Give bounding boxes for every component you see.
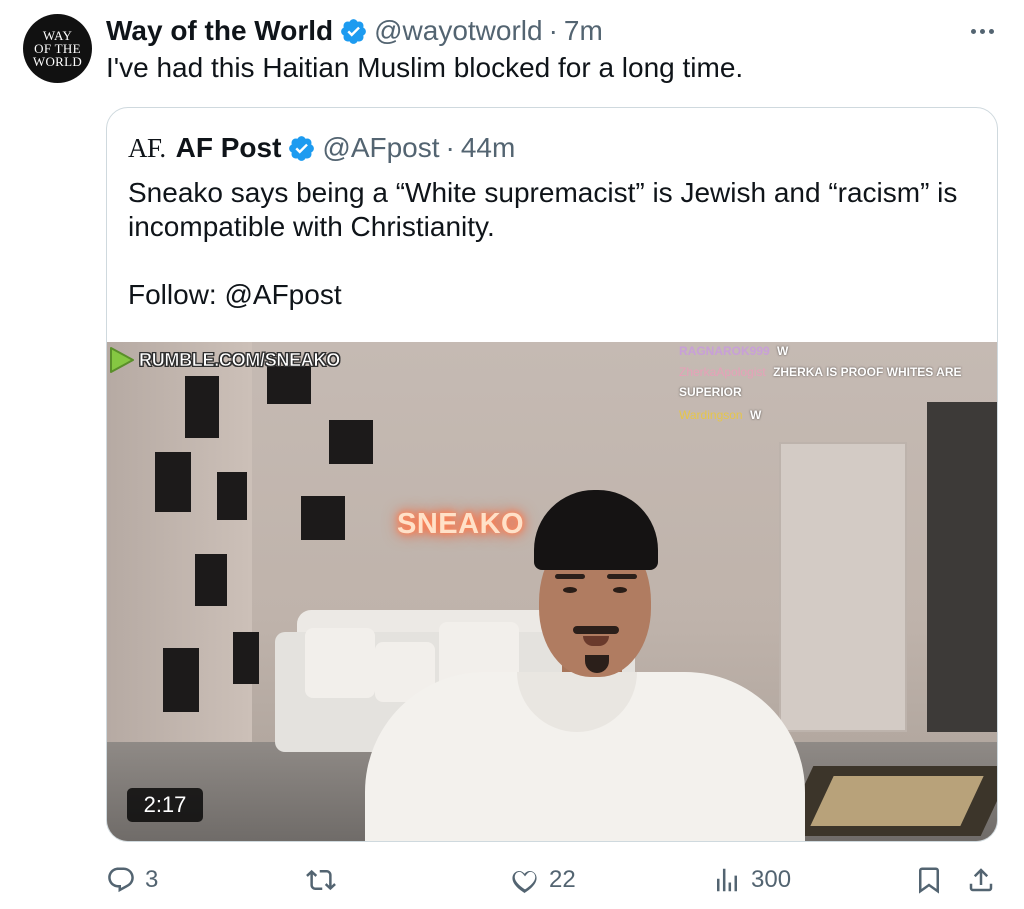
bookmark-icon <box>919 867 939 894</box>
chat-username: Wardingson <box>679 408 743 422</box>
stream-chat-overlay: RAGNAROK999 W ZherkaApologist ZHERKA IS … <box>679 342 989 426</box>
acoustic-panel <box>301 496 345 540</box>
reply-count: 3 <box>145 866 159 893</box>
share-icon <box>969 868 993 892</box>
rumble-play-icon <box>110 347 134 373</box>
views-button[interactable]: 300 <box>712 862 791 898</box>
quoted-text-line: Follow: @AFpost <box>128 279 342 310</box>
tweet-header: Way of the World @wayotworld · 7m <box>106 14 603 48</box>
quoted-tweet[interactable]: AF. AF Post @AFpost · 44m Sneako says be… <box>106 107 998 842</box>
person-brow <box>607 574 637 579</box>
chat-message: Wardingson W <box>679 404 989 426</box>
tweet-text: I've had this Haitian Muslim blocked for… <box>106 52 744 83</box>
video-shelf <box>927 402 997 732</box>
acoustic-panel <box>195 554 227 606</box>
share-button[interactable] <box>966 862 996 898</box>
acoustic-panel <box>163 648 199 712</box>
quoted-text: Sneako says being a “White supremacist” … <box>128 176 978 312</box>
more-dots-icon[interactable] <box>966 16 998 46</box>
like-heart-icon <box>512 871 537 894</box>
acoustic-panel <box>155 452 191 512</box>
chat-text: W <box>777 344 789 358</box>
bookmark-button[interactable] <box>914 862 944 898</box>
author-handle[interactable]: @wayotworld <box>374 15 542 47</box>
action-bar: 3 22 300 <box>106 862 998 898</box>
person-eye <box>613 587 627 593</box>
like-button[interactable]: 22 <box>510 862 576 898</box>
reply-icon <box>108 867 134 893</box>
quoted-text-line: Sneako says being a “White supremacist” … <box>128 177 958 242</box>
separator-dot: · <box>445 132 455 163</box>
quoted-header: AF. AF Post @AFpost · 44m <box>128 130 515 166</box>
quoted-handle: @AFpost <box>322 132 440 163</box>
acoustic-panel <box>185 376 219 438</box>
rumble-watermark: RUMBLE.COM/SNEAKO <box>107 344 341 376</box>
repost-icon <box>306 869 336 891</box>
separator-dot: · <box>548 15 558 46</box>
author-name[interactable]: Way of the World <box>106 15 333 47</box>
person-brow <box>555 574 585 579</box>
tweet-time[interactable]: 7m <box>564 15 603 47</box>
quoted-time: 44m <box>460 132 516 163</box>
acoustic-panel <box>233 632 259 684</box>
avatar-text-line: WORLD <box>32 54 83 69</box>
video-pillow <box>305 628 375 698</box>
chat-text: W <box>749 408 762 422</box>
views-count: 300 <box>751 866 792 893</box>
verified-badge-icon <box>289 135 315 161</box>
chat-username: RAGNAROK999 <box>679 344 770 358</box>
verified-badge-icon <box>341 18 366 44</box>
quoted-author-name: AF Post <box>175 132 282 163</box>
rumble-url: RUMBLE.COM/SNEAKO <box>139 349 341 370</box>
video-player[interactable]: SNEAKO RUMBLE.COM/SNEAKO RAGNAROK999 W Z… <box>107 342 997 841</box>
views-chart-icon <box>717 868 737 892</box>
person-eye <box>563 587 577 593</box>
chat-username: ZherkaApologist <box>679 365 766 379</box>
video-door <box>779 442 907 732</box>
video-duration: 2:17 <box>127 788 203 822</box>
neon-sign: SNEAKO <box>397 508 525 540</box>
chat-message: RAGNAROK999 W <box>679 342 989 362</box>
quoted-avatar-logo: AF. <box>128 132 166 163</box>
chat-message: ZherkaApologist ZHERKA IS PROOF WHITES A… <box>679 362 989 402</box>
repost-button[interactable] <box>306 862 336 898</box>
acoustic-panel <box>217 472 247 520</box>
author-avatar[interactable]: WAY OF THE WORLD <box>23 14 92 83</box>
person-mustache <box>573 626 619 634</box>
reply-button[interactable]: 3 <box>106 862 158 898</box>
acoustic-panel <box>329 420 373 464</box>
video-rug <box>810 776 984 826</box>
like-count: 22 <box>549 866 576 893</box>
